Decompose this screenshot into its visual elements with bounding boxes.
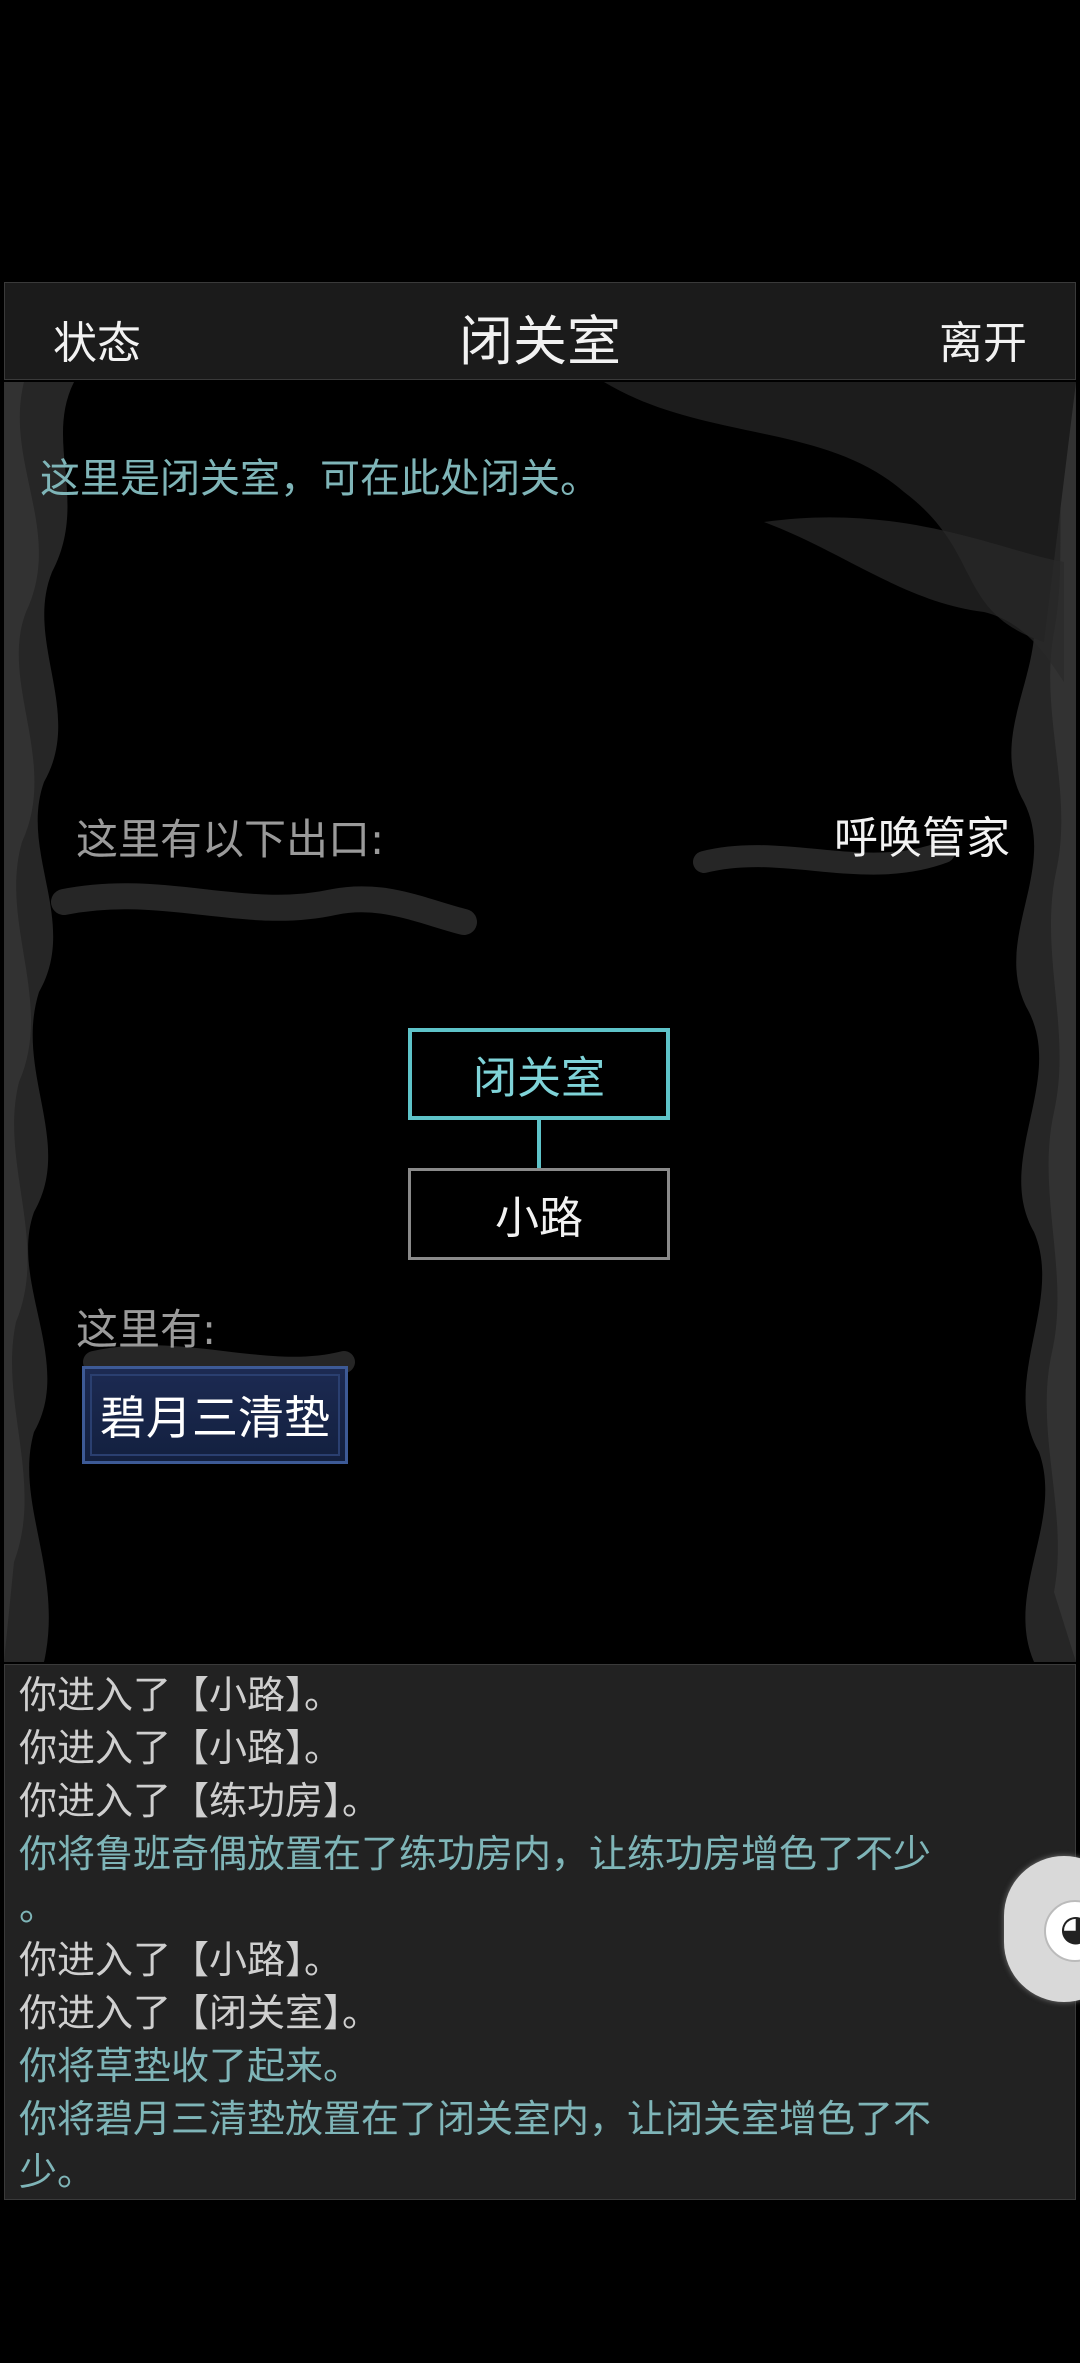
exits-label: 这里有以下出口: (76, 815, 385, 864)
scene-panel: 这里是闭关室，可在此处闭关。 这里有以下出口: 呼唤管家 闭关室 小路 这里有:… (4, 382, 1076, 1662)
summon-steward-button[interactable]: 呼唤管家 (834, 802, 1010, 866)
log-line: 你进入了【小路】。 (19, 1726, 343, 1770)
log-line: 少。 (19, 2150, 96, 2194)
log-line: 。 (19, 1885, 58, 1929)
map-connector (537, 1120, 541, 1170)
log-line: 你进入了【闭关室】。 (19, 1991, 381, 2035)
message-log: 你进入了【小路】。 你进入了【小路】。 你进入了【练功房】。 你将鲁班奇偶放置在… (4, 1664, 1076, 2200)
log-line: 你将草垫收了起来。 (19, 2044, 362, 2088)
room-title: 闭关室 (459, 310, 621, 373)
qq-penguin-icon: ◕ (1044, 1900, 1080, 1962)
map-current-room: 闭关室 (408, 1028, 670, 1120)
log-line: 你进入了【小路】。 (19, 1673, 343, 1717)
items-here-label: 这里有: (76, 1305, 217, 1354)
room-description: 这里是闭关室，可在此处闭关。 (40, 456, 600, 502)
log-line: 你将碧月三清垫放置在了闭关室内，让闭关室增色了不 (19, 2097, 932, 2141)
ink-border-decoration (4, 382, 1076, 1662)
item-button[interactable]: 碧月三清垫 (82, 1366, 348, 1464)
top-bar: 状态 闭关室 离开 (4, 282, 1076, 380)
log-line: 你将鲁班奇偶放置在了练功房内，让练功房增色了不少 (19, 1832, 932, 1876)
leave-button[interactable]: 离开 (939, 307, 1027, 371)
log-line: 你进入了【小路】。 (19, 1938, 343, 1982)
log-line: 你进入了【练功房】。 (19, 1779, 381, 1823)
map-exit-room[interactable]: 小路 (408, 1168, 670, 1260)
